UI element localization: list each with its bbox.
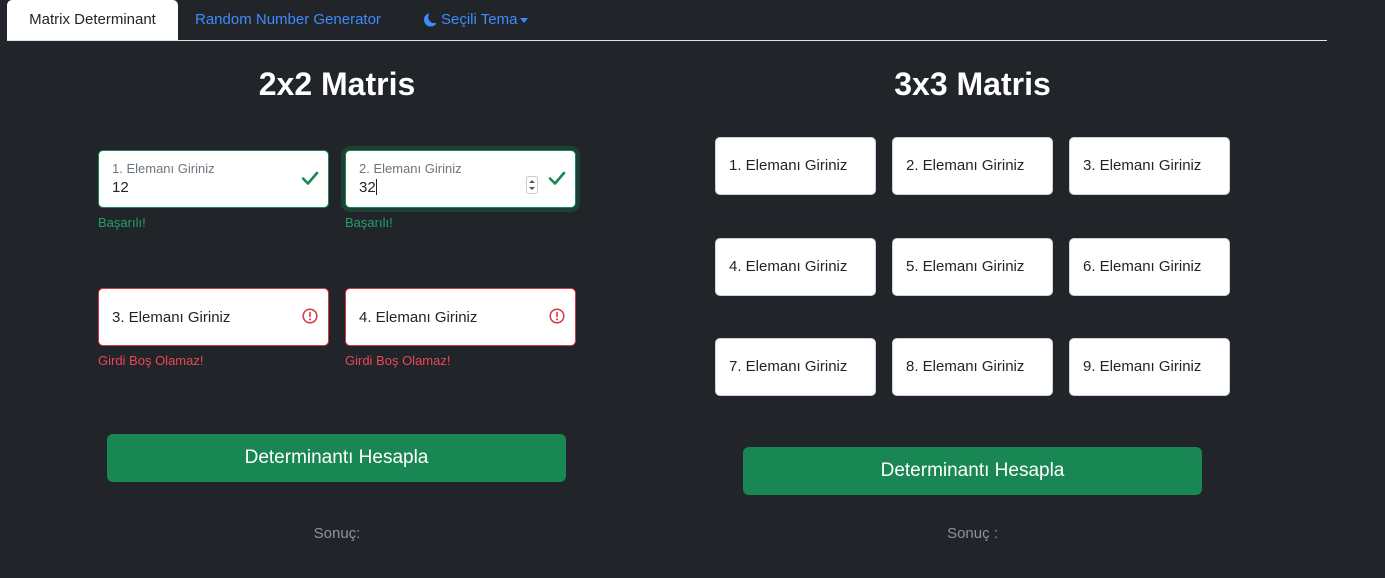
moon-icon — [424, 13, 437, 27]
matrix2-feedback-3: Girdi Boş Olamaz! — [98, 353, 204, 368]
matrix2-input-3[interactable]: 3. Elemanı Giriniz — [98, 288, 329, 346]
matrix2-input-4[interactable]: 4. Elemanı Giriniz — [345, 288, 576, 346]
matrix2-input-4-placeholder: 4. Elemanı Giriniz — [359, 309, 478, 326]
matrix2-calculate-button[interactable]: Determinantı Hesapla — [107, 434, 566, 482]
nav-tabs: Matrix Determinant Random Number Generat… — [7, 0, 1327, 41]
check-icon — [301, 171, 319, 185]
matrix2-feedback-2: Başarılı! — [345, 215, 393, 230]
theme-dropdown-label: Seçili Tema — [441, 11, 518, 28]
matrix2-feedback-1: Başarılı! — [98, 215, 146, 230]
matrix3-calculate-button[interactable]: Determinantı Hesapla — [743, 447, 1202, 495]
matrix3-input-7[interactable]: 7. Elemanı Giriniz — [715, 338, 876, 396]
matrix2-input-1-value: 12 — [112, 179, 129, 196]
tab-matrix-determinant[interactable]: Matrix Determinant — [7, 0, 178, 40]
matrix3-input-9[interactable]: 9. Elemanı Giriniz — [1069, 338, 1230, 396]
matrix3-input-8[interactable]: 8. Elemanı Giriniz — [892, 338, 1053, 396]
matrix2-input-1[interactable]: 1. Elemanı Giriniz 12 — [98, 150, 329, 208]
matrix2-input-2-label: 2. Elemanı Giriniz — [359, 161, 462, 176]
theme-dropdown[interactable]: Seçili Tema — [424, 0, 529, 39]
matrix2-input-3-placeholder: 3. Elemanı Giriniz — [112, 309, 231, 326]
number-spinner-icon[interactable] — [526, 176, 538, 194]
matrix3-result: Sonuç : — [947, 525, 998, 542]
matrix3-input-3[interactable]: 3. Elemanı Giriniz — [1069, 137, 1230, 195]
matrix2-input-1-label: 1. Elemanı Giriniz — [112, 161, 215, 176]
matrix3-input-2[interactable]: 2. Elemanı Giriniz — [892, 137, 1053, 195]
matrix2-feedback-4: Girdi Boş Olamaz! — [345, 353, 451, 368]
matrix3-input-4[interactable]: 4. Elemanı Giriniz — [715, 238, 876, 296]
exclamation-circle-icon — [302, 308, 318, 324]
matrix2-input-2-value-wrap: 32 — [359, 179, 377, 196]
matrix2-result: Sonuç: — [313, 525, 361, 542]
caret-down-icon — [520, 17, 529, 23]
exclamation-circle-icon — [549, 308, 565, 324]
matrix3-title: 3x3 Matris — [894, 66, 1051, 102]
tab-random-number-generator[interactable]: Random Number Generator — [195, 0, 381, 39]
matrix2-input-2-value: 32 — [359, 179, 376, 196]
text-cursor — [375, 179, 377, 195]
check-icon — [548, 171, 566, 185]
matrix3-input-5[interactable]: 5. Elemanı Giriniz — [892, 238, 1053, 296]
matrix2-title: 2x2 Matris — [258, 66, 416, 102]
matrix2-input-2[interactable]: 2. Elemanı Giriniz 32 — [345, 150, 576, 208]
matrix3-input-6[interactable]: 6. Elemanı Giriniz — [1069, 238, 1230, 296]
matrix3-input-1[interactable]: 1. Elemanı Giriniz — [715, 137, 876, 195]
